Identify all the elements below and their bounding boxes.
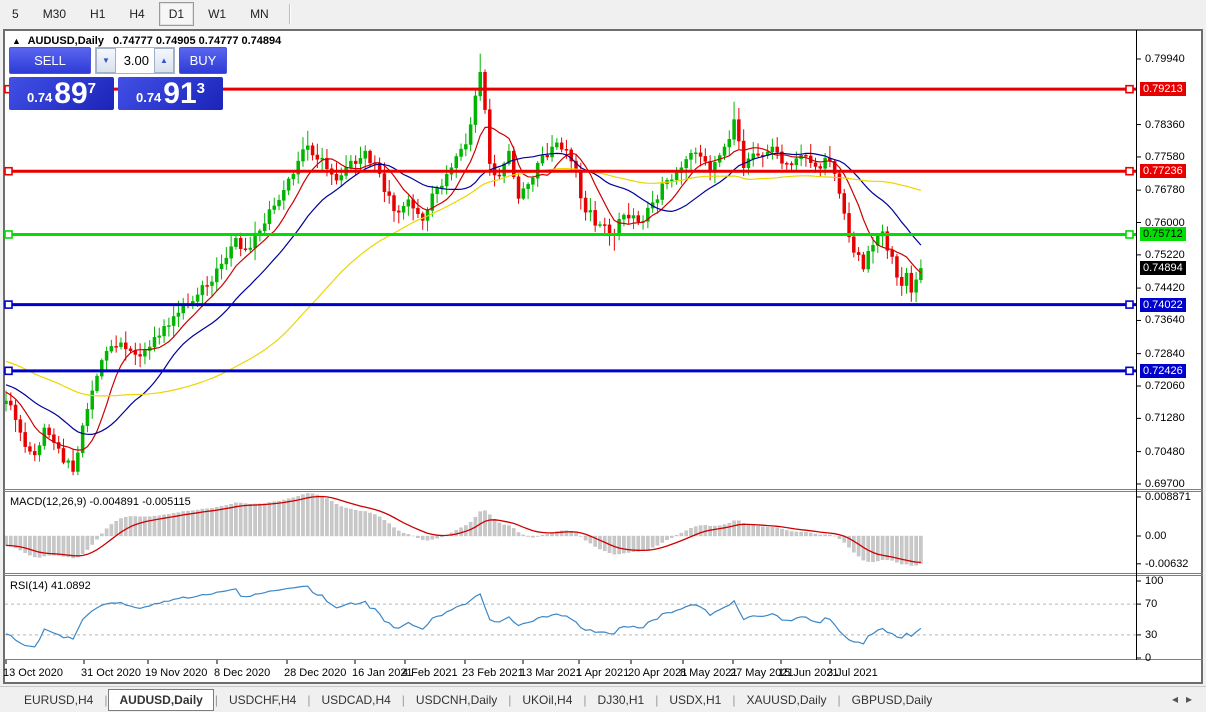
date-tick-label: 4 Feb 2021 (402, 667, 458, 679)
timeframe-button-5[interactable]: 5 (2, 2, 29, 26)
timeframe-toolbar: 5 M30 H1 H4 D1 W1 MN (0, 0, 1206, 28)
sell-price-display[interactable]: 0.74 89 7 (9, 77, 114, 110)
tab-scroll-left-icon[interactable]: ◂ (1172, 692, 1186, 706)
price-level-badge: 0.74022 (1140, 297, 1186, 312)
chart-tab-gbpusd-daily[interactable]: GBPUSD,Daily (842, 689, 943, 711)
timeframe-button-h4[interactable]: H4 (119, 2, 154, 26)
date-tick-label: 20 Apr 2021 (628, 667, 688, 679)
price-tick-label: 0.72060 (1145, 380, 1185, 393)
date-tick-label: 23 Feb 2021 (462, 667, 524, 679)
date-tick-label: 1 Apr 2021 (576, 667, 630, 679)
price-tick-label: 0.79940 (1145, 53, 1185, 65)
buy-price-small: 0.74 (135, 90, 162, 105)
chart-ohlc-values: 0.74777 0.74905 0.74777 0.74894 (113, 35, 282, 47)
price-chart-canvas[interactable] (3, 29, 1203, 684)
chart-tab-audusd-daily[interactable]: AUDUSD,Daily (108, 689, 214, 711)
price-level-badge: 0.79213 (1140, 82, 1186, 97)
price-level-badge: 0.74894 (1140, 261, 1186, 276)
toolbar-separator (288, 4, 291, 24)
timeframe-button-m30[interactable]: M30 (33, 2, 76, 26)
tab-scroll-right-icon[interactable]: ▸ (1186, 692, 1200, 706)
chart-tab-ukoil-h4[interactable]: UKOil,H4 (512, 689, 582, 711)
price-tick-label: 0.72840 (1145, 347, 1185, 360)
date-tick-label: 3 Jul 2021 (827, 667, 878, 679)
sell-price-small: 0.74 (26, 90, 53, 105)
tab-separator: | (655, 693, 659, 707)
tab-separator: | (583, 693, 587, 707)
tab-separator: | (508, 693, 512, 707)
volume-increase-icon[interactable]: ▲ (154, 48, 174, 73)
chart-header: ▲ AUDUSD,Daily 0.74777 0.74905 0.74777 0… (12, 35, 281, 47)
price-tick-label: 0.77580 (1145, 150, 1185, 163)
price-tick-label: 0.71280 (1145, 412, 1185, 425)
price-tick-label: 0.73640 (1145, 314, 1185, 327)
buy-price-sup: 3 (196, 80, 206, 97)
macd-tick-label: -0.00632 (1145, 557, 1189, 570)
buy-button[interactable]: BUY (179, 47, 227, 74)
macd-indicator-label: MACD(12,26,9) -0.004891 -0.005115 (10, 496, 191, 508)
trade-panel-toggle-icon[interactable]: ▲ (12, 36, 21, 46)
price-tick-label: 0.75220 (1145, 248, 1185, 261)
date-tick-label: 13 Oct 2020 (3, 667, 63, 679)
tab-separator: | (837, 693, 841, 707)
sell-price-big: 89 (54, 77, 88, 110)
tab-separator: | (104, 693, 108, 707)
volume-input[interactable]: 3.00 (116, 48, 154, 73)
chart-symbol-title: AUDUSD,Daily (27, 35, 104, 47)
price-tick-label: 0.74420 (1145, 282, 1185, 295)
timeframe-button-d1[interactable]: D1 (158, 2, 195, 26)
rsi-tick-label: 0 (1145, 652, 1152, 664)
rsi-tick-label: 100 (1145, 575, 1164, 587)
chart-tab-bar: EURUSD,H4 | AUDUSD,Daily | USDCHF,H4 | USDCAD,… (0, 686, 1206, 712)
rsi-tick-label: 70 (1145, 598, 1158, 611)
chart-tab-xauusd-daily[interactable]: XAUUSD,Daily (736, 689, 836, 711)
chart-tab-usdchf-h4[interactable]: USDCHF,H4 (219, 689, 306, 711)
macd-tick-label: 0.008871 (1145, 490, 1191, 503)
price-level-badge: 0.72426 (1140, 363, 1186, 378)
date-tick-label: 31 Oct 2020 (81, 667, 141, 679)
rsi-tick-label: 30 (1145, 628, 1158, 641)
date-tick-label: 8 Dec 2020 (214, 667, 271, 679)
price-level-badge: 0.75712 (1140, 227, 1186, 242)
date-tick-label: 8 May 2021 (680, 667, 738, 679)
timeframe-buttons: 5 M30 H1 H4 D1 W1 MN (0, 2, 281, 26)
price-level-badge: 0.77236 (1140, 164, 1186, 179)
date-tick-label: 28 Dec 2020 (284, 667, 347, 679)
chart-tab-usdcnh-daily[interactable]: USDCNH,Daily (406, 689, 507, 711)
date-tick-label: 19 Nov 2020 (145, 667, 208, 679)
timeframe-button-mn[interactable]: MN (240, 2, 279, 26)
date-tick-label: 13 Mar 2021 (520, 667, 582, 679)
buy-price-display[interactable]: 0.74 91 3 (118, 77, 223, 110)
chart-tab-dj30-h1[interactable]: DJ30,H1 (588, 689, 655, 711)
price-tick-label: 0.78360 (1145, 118, 1185, 131)
one-click-trade-panel: SELL ▼ 3.00 ▲ BUY 0.74 89 7 0.74 91 3 (9, 47, 227, 110)
buy-price-big: 91 (163, 77, 197, 110)
price-tick-label: 0.70480 (1145, 445, 1185, 458)
timeframe-button-w1[interactable]: W1 (198, 2, 236, 26)
rsi-indicator-label: RSI(14) 41.0892 (10, 580, 91, 592)
tab-separator: | (732, 693, 736, 707)
macd-tick-label: 0.00 (1145, 530, 1167, 542)
volume-decrease-icon[interactable]: ▼ (96, 48, 116, 73)
price-tick-label: 0.69700 (1145, 477, 1185, 490)
price-tick-label: 0.76780 (1145, 184, 1185, 197)
sell-button[interactable]: SELL (9, 47, 91, 74)
tab-scroll-arrows: ◂▸ (1172, 692, 1200, 706)
tab-separator: | (214, 693, 218, 707)
mt4-application-window: 5 M30 H1 H4 D1 W1 MN ▲ AUDUSD,Daily 0.74777 0.… (0, 0, 1206, 712)
tab-separator: | (307, 693, 311, 707)
tab-separator: | (401, 693, 405, 707)
chart-tab-eurusd-h4[interactable]: EURUSD,H4 (14, 689, 103, 711)
volume-spinner: ▼ 3.00 ▲ (95, 47, 175, 74)
chart-tab-usdcad-h4[interactable]: USDCAD,H4 (311, 689, 400, 711)
timeframe-button-h1[interactable]: H1 (80, 2, 115, 26)
sell-price-sup: 7 (87, 80, 97, 97)
chart-tab-usdx-h1[interactable]: USDX,H1 (659, 689, 731, 711)
